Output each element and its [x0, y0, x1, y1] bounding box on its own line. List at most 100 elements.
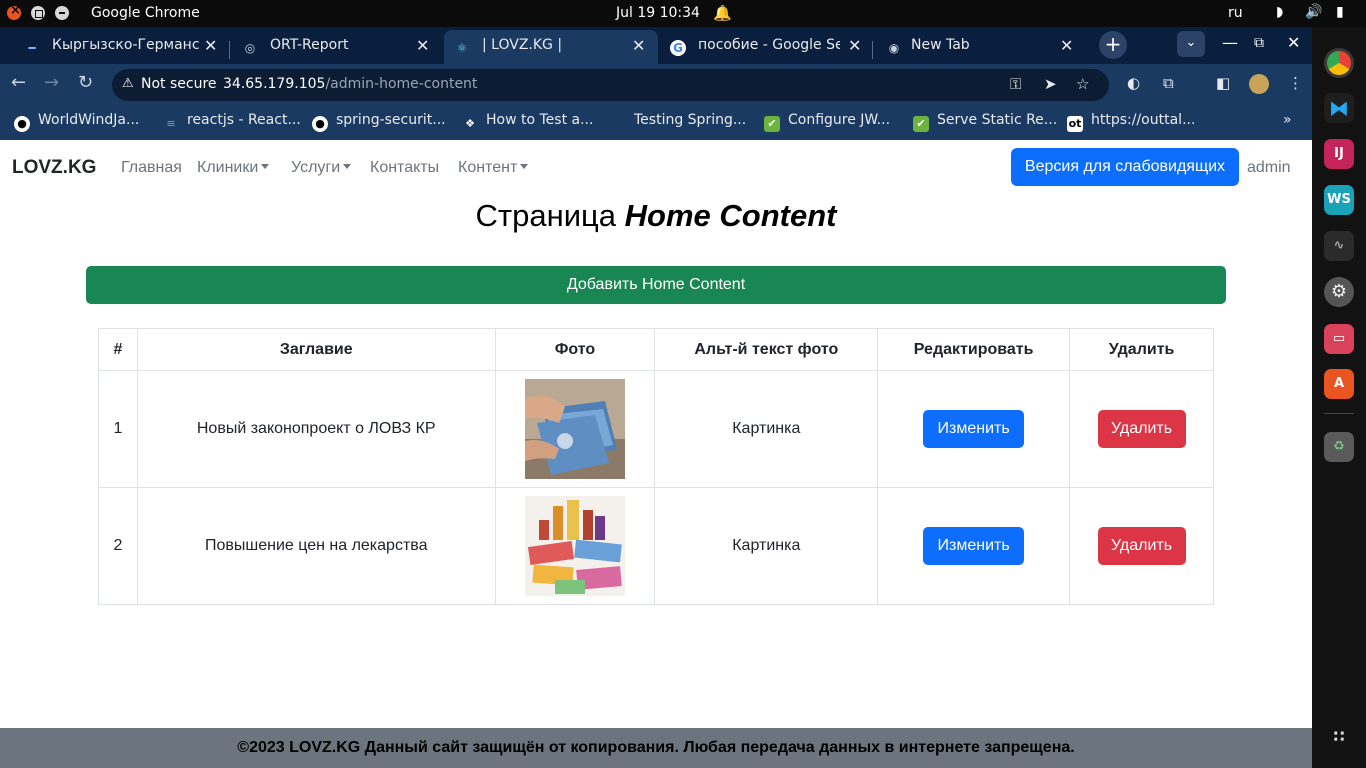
- low-vision-button[interactable]: Версия для слабовидящих: [1011, 148, 1239, 186]
- col-header-alt-text: Альт-й текст фото: [654, 328, 879, 371]
- tab-new-tab[interactable]: ◉ New Tab ✕: [876, 30, 1086, 64]
- forward-icon[interactable]: →: [44, 72, 59, 93]
- page-title-italic: Home Content: [624, 198, 837, 233]
- leaf-icon: ✔: [913, 116, 929, 132]
- row-photo-cell: [494, 487, 656, 605]
- delete-button[interactable]: Удалить: [1097, 527, 1186, 565]
- row-photo-cell: [494, 370, 656, 488]
- software-center-icon[interactable]: A: [1324, 369, 1354, 399]
- site-brand[interactable]: LOVZ.KG: [12, 157, 96, 179]
- nav-clinics-dropdown[interactable]: Клиники: [197, 159, 270, 177]
- window-close-button[interactable]: [7, 3, 21, 20]
- settings-icon[interactable]: ⚙: [1324, 277, 1354, 307]
- row-delete-cell: Удалить: [1069, 487, 1214, 605]
- chrome-icon[interactable]: [1324, 48, 1354, 78]
- close-icon[interactable]: ✕: [204, 36, 217, 55]
- bookmark-how-to-test[interactable]: ❖ How to Test a...: [462, 112, 593, 132]
- menu-icon[interactable]: ⋮: [1288, 74, 1303, 92]
- row-title: Повышение цен на лекарства: [136, 487, 496, 605]
- bookmark-icon: ❖: [465, 117, 475, 130]
- address-bar[interactable]: ⚠ Not secure 34.65.179.105/admin-home-co…: [112, 69, 1109, 101]
- extension-icon[interactable]: ◐: [1127, 74, 1140, 92]
- bell-icon[interactable]: 🔔: [713, 4, 732, 22]
- key-icon[interactable]: ⚿: [1010, 75, 1021, 93]
- tab-google-search[interactable]: G пособие - Google Search ✕: [660, 30, 870, 64]
- caret-down-icon: [343, 164, 352, 169]
- volume-icon[interactable]: 🔊: [1305, 4, 1322, 20]
- back-icon[interactable]: ←: [11, 72, 26, 93]
- close-icon[interactable]: ✕: [1060, 36, 1073, 55]
- system-monitor-icon[interactable]: ∿: [1324, 231, 1354, 261]
- bookmark-configure-jwt[interactable]: ✔ Configure JW...: [764, 112, 890, 132]
- web-page: LOVZ.KG Главная Клиники Услуги Контакты …: [0, 140, 1312, 768]
- close-window-icon[interactable]: ✕: [1287, 33, 1300, 52]
- url-path: /admin-home-content: [325, 76, 478, 92]
- bookmark-worldwind[interactable]: ● WorldWindJa...: [14, 112, 139, 132]
- google-icon: G: [670, 40, 686, 56]
- wifi-icon[interactable]: ◗: [1276, 4, 1283, 20]
- table-header-row: # Заглавие Фото Альт-й текст фото Редакт…: [98, 328, 1214, 371]
- intellij-icon[interactable]: IJ: [1324, 139, 1354, 169]
- close-icon[interactable]: ✕: [848, 36, 861, 55]
- os-top-bar: Google Chrome Jul 19 10:34 🔔 ru ◗ 🔊 ▮: [0, 0, 1366, 27]
- side-panel-icon[interactable]: ◧: [1216, 74, 1230, 92]
- files-icon[interactable]: ▭: [1324, 324, 1354, 354]
- tab-kyrgyz-german[interactable]: ━ Кыргызско-Германский ✕: [14, 30, 228, 64]
- bookmark-testing-spring[interactable]: Testing Spring...: [634, 112, 746, 128]
- tab-title: Кыргызско-Германский: [52, 37, 200, 53]
- url-text[interactable]: 34.65.179.105/admin-home-content: [223, 76, 477, 92]
- new-tab-button[interactable]: +: [1099, 31, 1127, 59]
- apps-grid-icon[interactable]: ∷: [1324, 722, 1354, 752]
- site-navbar: LOVZ.KG Главная Клиники Услуги Контакты …: [0, 140, 1312, 196]
- edit-button[interactable]: Изменить: [923, 527, 1025, 565]
- webstorm-icon[interactable]: WS: [1324, 185, 1354, 215]
- leaf-icon: ✔: [764, 116, 780, 132]
- trash-icon[interactable]: ♻: [1324, 432, 1354, 462]
- delete-button[interactable]: Удалить: [1097, 410, 1186, 448]
- clock[interactable]: Jul 19 10:34: [616, 5, 700, 21]
- close-icon[interactable]: ✕: [632, 36, 645, 55]
- bookmark-serve-static[interactable]: ✔ Serve Static Re...: [913, 112, 1057, 132]
- more-bookmarks-icon[interactable]: »: [1283, 112, 1292, 128]
- puzzle-icon[interactable]: ⧉: [1163, 74, 1174, 92]
- star-icon[interactable]: ☆: [1076, 75, 1089, 93]
- nav-content-dropdown[interactable]: Контент: [458, 159, 529, 177]
- battery-icon[interactable]: ▮: [1336, 4, 1344, 20]
- reload-icon[interactable]: ↻: [78, 72, 93, 93]
- nav-home[interactable]: Главная: [121, 159, 182, 177]
- nav-services-dropdown[interactable]: Услуги: [291, 159, 352, 177]
- edit-button[interactable]: Изменить: [923, 410, 1025, 448]
- page-title: Страница Home Content: [0, 198, 1312, 234]
- profile-avatar[interactable]: [1249, 74, 1269, 94]
- minimize-icon[interactable]: —: [1222, 33, 1238, 52]
- window-maximize-button[interactable]: [31, 6, 45, 20]
- bookmark-reactjs[interactable]: ≡ reactjs - React...: [163, 112, 301, 132]
- bookmark-outtal[interactable]: ot https://outtal...: [1067, 112, 1195, 132]
- tab-separator: [872, 41, 873, 59]
- react-icon: ⚛: [456, 41, 468, 55]
- keyboard-layout[interactable]: ru: [1228, 5, 1243, 21]
- add-home-content-button[interactable]: Добавить Home Content: [86, 266, 1226, 304]
- row-delete-cell: Удалить: [1069, 370, 1214, 488]
- home-content-table: # Заглавие Фото Альт-й текст фото Редакт…: [98, 328, 1214, 605]
- row-number: 2: [98, 487, 138, 605]
- tab-title: | LOVZ.KG |: [482, 37, 563, 53]
- warning-icon[interactable]: ⚠: [122, 76, 134, 91]
- vscode-icon[interactable]: ⧓: [1324, 93, 1354, 123]
- tab-search-button[interactable]: ⌄: [1177, 31, 1205, 57]
- bookmark-label: Serve Static Re...: [937, 112, 1058, 128]
- restore-icon[interactable]: ⧉: [1254, 35, 1264, 51]
- bookmark-label: WorldWindJa...: [38, 112, 140, 128]
- bookmark-label: reactjs - React...: [187, 112, 301, 128]
- send-icon[interactable]: ➤: [1044, 75, 1057, 93]
- close-icon[interactable]: ✕: [416, 36, 429, 55]
- tab-ort-report[interactable]: ◎ ORT-Report ✕: [232, 30, 442, 64]
- security-indicator[interactable]: Not secure: [141, 76, 217, 92]
- user-link[interactable]: admin: [1247, 159, 1291, 177]
- nav-contacts[interactable]: Контакты: [370, 159, 439, 177]
- bookmark-spring-security[interactable]: ● spring-securit...: [312, 112, 446, 132]
- tab-lovz-active[interactable]: ⚛ | LOVZ.KG | ✕: [444, 30, 658, 64]
- bookmark-label: Configure JW...: [788, 112, 891, 128]
- row-number: 1: [98, 370, 138, 488]
- window-minimize-button[interactable]: [55, 6, 69, 20]
